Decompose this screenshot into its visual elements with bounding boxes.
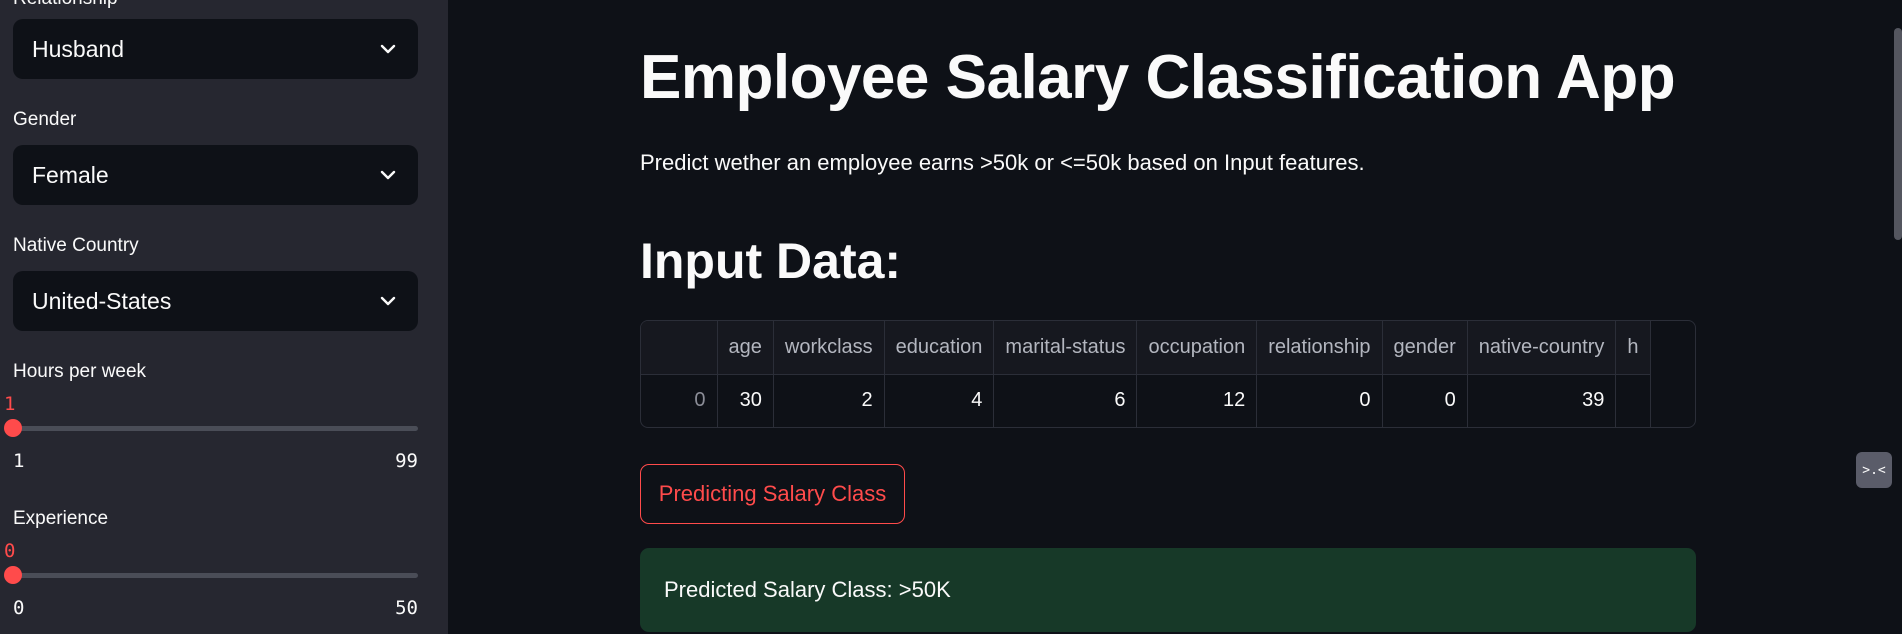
sidebar: Relationship Husband Gender Female Nativ… bbox=[0, 0, 448, 634]
slider-max: 99 bbox=[395, 450, 418, 472]
main-content: Employee Salary Classification App Predi… bbox=[448, 0, 1902, 634]
status-glyph: >.< bbox=[1862, 462, 1886, 478]
input-data-heading: Input Data: bbox=[640, 233, 902, 289]
table-cell[interactable]: 39 bbox=[1467, 374, 1617, 427]
table-cell[interactable] bbox=[1615, 374, 1651, 427]
table-cell[interactable]: 4 bbox=[884, 374, 995, 427]
table-header-row: age workclass education marital-status occup… bbox=[641, 321, 1651, 375]
gender-select[interactable]: Female bbox=[13, 145, 418, 205]
table-cell[interactable]: 0 bbox=[1382, 374, 1468, 427]
relationship-select[interactable]: Husband bbox=[13, 19, 418, 79]
prediction-result-text: Predicted Salary Class: >50K bbox=[664, 577, 951, 602]
gender-label: Gender bbox=[13, 109, 77, 130]
chevron-down-icon bbox=[377, 164, 399, 186]
column-header[interactable]: age bbox=[717, 321, 774, 375]
relationship-label: Relationship bbox=[13, 0, 118, 10]
column-header[interactable]: workclass bbox=[773, 321, 885, 375]
prediction-result-alert: Predicted Salary Class: >50K bbox=[640, 548, 1696, 632]
experience-range: 0 50 bbox=[13, 597, 418, 619]
table-body: 0 30 2 4 6 12 0 0 39 bbox=[641, 374, 1651, 427]
column-header[interactable]: gender bbox=[1382, 321, 1468, 375]
experience-slider[interactable] bbox=[4, 566, 418, 584]
predict-button[interactable]: Predicting Salary Class bbox=[640, 464, 905, 524]
column-header[interactable]: marital-status bbox=[993, 321, 1138, 375]
column-header[interactable]: h bbox=[1615, 321, 1651, 375]
slider-thumb[interactable] bbox=[4, 566, 22, 584]
relationship-value: Husband bbox=[32, 35, 125, 62]
column-header[interactable]: relationship bbox=[1256, 321, 1383, 375]
app-window: Relationship Husband Gender Female Nativ… bbox=[0, 0, 1902, 634]
chevron-down-icon bbox=[377, 290, 399, 312]
table-cell[interactable]: 2 bbox=[773, 374, 885, 427]
column-header[interactable]: occupation bbox=[1136, 321, 1258, 375]
table-cell[interactable]: 30 bbox=[717, 374, 774, 427]
page-subtitle: Predict wether an employee earns >50k or… bbox=[640, 150, 1365, 175]
hours-per-week-label: Hours per week bbox=[13, 361, 147, 382]
slider-min: 0 bbox=[13, 597, 25, 619]
table-row: 0 30 2 4 6 12 0 0 39 bbox=[641, 374, 1651, 427]
slider-thumb[interactable] bbox=[4, 419, 22, 437]
gender-value: Female bbox=[32, 161, 109, 188]
column-header[interactable]: native-country bbox=[1467, 321, 1617, 375]
column-header[interactable]: education bbox=[884, 321, 995, 375]
table-cell[interactable]: 12 bbox=[1136, 374, 1258, 427]
native-country-select[interactable]: United-States bbox=[13, 271, 418, 331]
input-data-table[interactable]: age workclass education marital-status occup… bbox=[640, 320, 1696, 428]
chevron-down-icon bbox=[377, 38, 399, 60]
page-scrollbar[interactable] bbox=[1894, 28, 1902, 240]
index-header bbox=[641, 321, 718, 375]
page-title: Employee Salary Classification App bbox=[640, 43, 1676, 112]
row-index[interactable]: 0 bbox=[641, 374, 718, 427]
table-cell[interactable]: 6 bbox=[993, 374, 1138, 427]
experience-value: 0 bbox=[4, 540, 16, 562]
native-country-label: Native Country bbox=[13, 235, 139, 256]
slider-min: 1 bbox=[13, 450, 25, 472]
experience-label: Experience bbox=[13, 508, 109, 529]
slider-max: 50 bbox=[395, 597, 418, 619]
streamlit-status-icon[interactable]: >.< bbox=[1856, 452, 1892, 488]
hours-per-week-range: 1 99 bbox=[13, 450, 418, 472]
table-cell[interactable]: 0 bbox=[1256, 374, 1383, 427]
hours-per-week-slider[interactable] bbox=[4, 419, 418, 437]
native-country-value: United-States bbox=[32, 287, 172, 314]
hours-per-week-value: 1 bbox=[4, 393, 16, 415]
